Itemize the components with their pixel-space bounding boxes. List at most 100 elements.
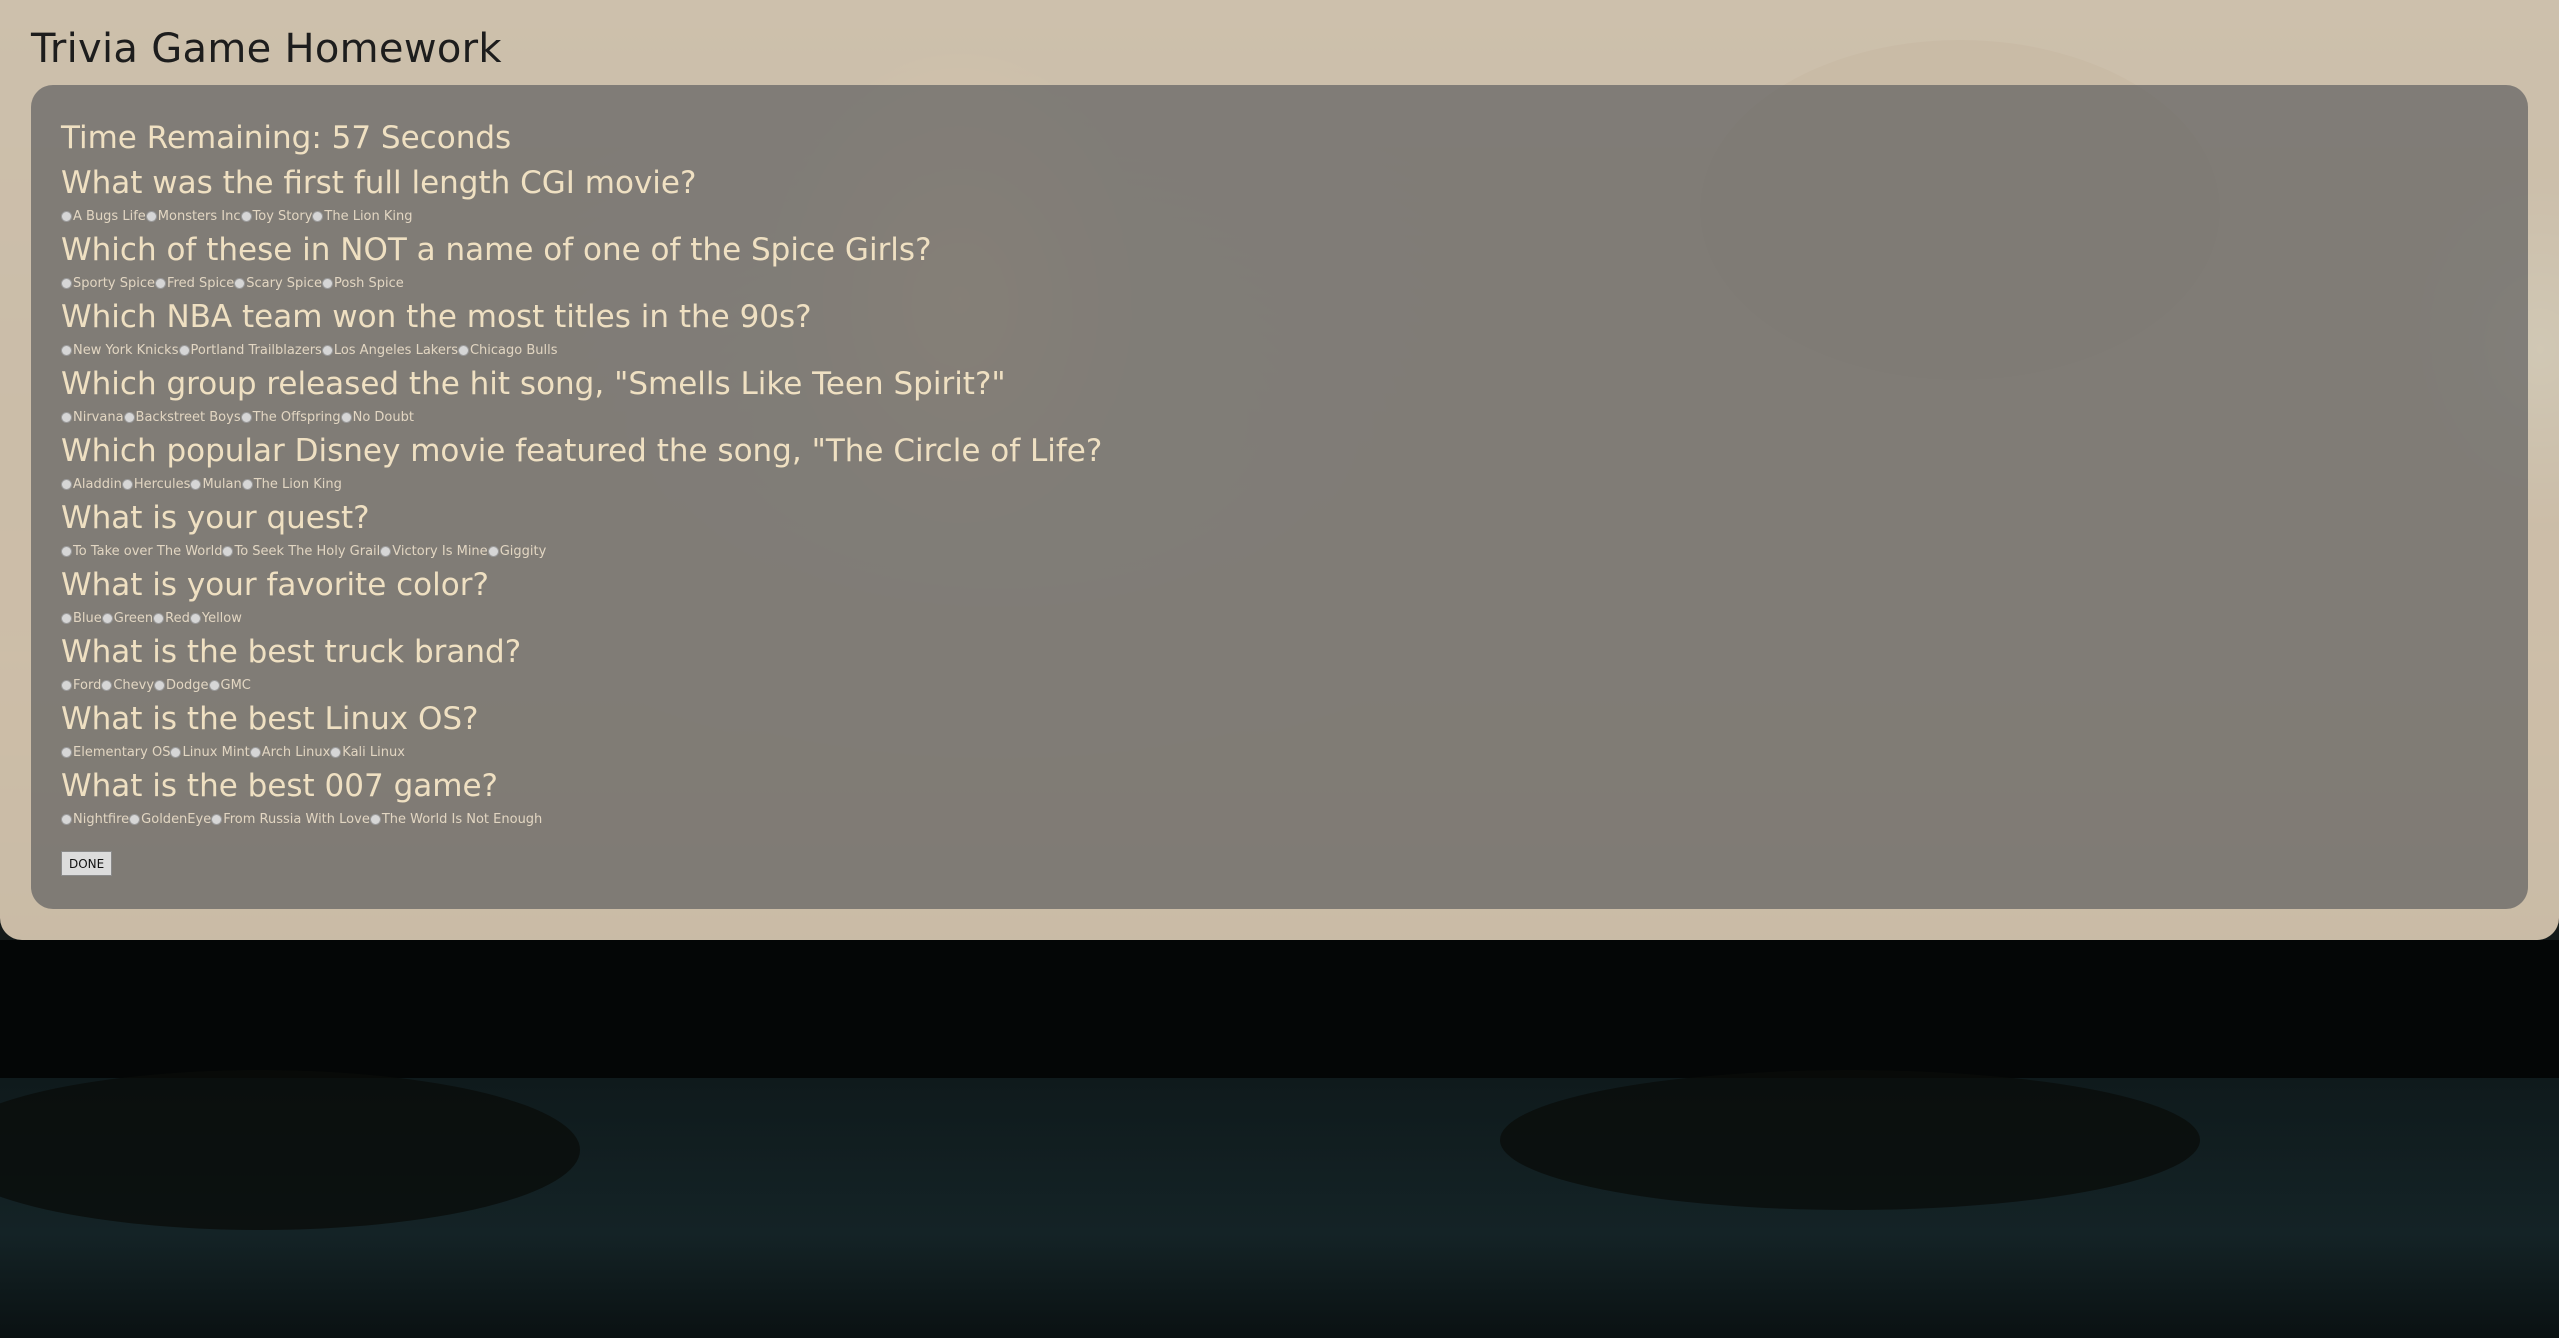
answer-option-label: Scary Spice	[246, 276, 323, 291]
answer-option[interactable]: The World Is Not Enough	[369, 812, 542, 827]
answer-option[interactable]: Backstreet Boys	[123, 410, 241, 425]
answer-option[interactable]: A Bugs Life	[61, 209, 146, 224]
radio-button[interactable]	[380, 546, 392, 557]
answer-option-label: The Offspring	[252, 410, 341, 425]
radio-button[interactable]	[101, 680, 113, 691]
radio-button[interactable]	[61, 613, 72, 624]
answer-option-label: Yellow	[201, 611, 242, 626]
radio-button[interactable]	[190, 479, 202, 490]
answer-options: Elementary OS Linux Mint Arch Linux Kali Li…	[61, 741, 2498, 764]
answer-option[interactable]: Los Angeles Lakers	[321, 343, 458, 358]
answer-option[interactable]: Fred Spice	[155, 276, 234, 291]
radio-button[interactable]	[249, 747, 261, 758]
radio-button[interactable]	[312, 211, 324, 222]
answer-option[interactable]: Toy Story	[240, 209, 313, 224]
radio-button[interactable]	[121, 479, 133, 490]
answer-option[interactable]: Posh Spice	[322, 276, 404, 291]
question-item: What is your favorite color? Blue Green Red…	[61, 563, 2498, 630]
answer-option[interactable]: Giggity	[487, 544, 546, 559]
answer-option[interactable]: Dodge	[154, 678, 209, 693]
answer-option[interactable]: To Take over The World	[61, 544, 222, 559]
answer-option-label: Chicago Bulls	[469, 343, 558, 358]
answer-option[interactable]: To Seek The Holy Grail	[222, 544, 380, 559]
radio-button[interactable]	[61, 680, 72, 691]
answer-option[interactable]: Green	[101, 611, 153, 626]
answer-option[interactable]: Hercules	[121, 477, 190, 492]
question-text: Which of these in NOT a name of one of t…	[61, 232, 932, 268]
radio-button[interactable]	[155, 278, 166, 289]
answer-options: Sporty Spice Fred Spice Scary Spice Posh Sp…	[61, 272, 2498, 295]
answer-option[interactable]: Linux Mint	[170, 745, 250, 760]
radio-button[interactable]	[240, 211, 252, 222]
radio-button[interactable]	[61, 278, 72, 289]
answer-options: Nightfire GoldenEye From Russia With Love T…	[61, 808, 2498, 831]
answer-option[interactable]: Nightfire	[61, 812, 129, 827]
radio-button[interactable]	[61, 814, 72, 825]
answer-option[interactable]: GMC	[208, 678, 251, 693]
radio-button[interactable]	[340, 412, 352, 423]
answer-option-label: The Lion King	[324, 209, 413, 224]
answer-option[interactable]: Arch Linux	[249, 745, 330, 760]
question-text: What is your quest?	[61, 500, 370, 536]
radio-button[interactable]	[170, 747, 182, 758]
radio-button[interactable]	[208, 680, 220, 691]
radio-button[interactable]	[322, 278, 334, 289]
answer-option[interactable]: New York Knicks	[61, 343, 179, 358]
answer-option-label: Elementary OS	[73, 745, 171, 760]
answer-option[interactable]: Kali Linux	[330, 745, 405, 760]
radio-button[interactable]	[457, 345, 469, 356]
answer-option[interactable]: Chicago Bulls	[457, 343, 558, 358]
answer-option[interactable]: Scary Spice	[234, 276, 322, 291]
done-button[interactable]: DONE	[61, 851, 113, 876]
answer-option[interactable]: No Doubt	[340, 410, 414, 425]
answer-option[interactable]: Aladdin	[61, 477, 122, 492]
answer-option-label: Toy Story	[252, 209, 313, 224]
radio-button[interactable]	[321, 345, 333, 356]
answer-option[interactable]: Sporty Spice	[61, 276, 155, 291]
answer-option[interactable]: Ford	[61, 678, 101, 693]
radio-button[interactable]	[330, 747, 342, 758]
radio-button[interactable]	[101, 613, 113, 624]
answer-option-label: Ford	[73, 678, 102, 693]
radio-button[interactable]	[241, 479, 253, 490]
radio-button[interactable]	[369, 814, 381, 825]
radio-button[interactable]	[211, 814, 223, 825]
answer-option[interactable]: Blue	[61, 611, 102, 626]
radio-button[interactable]	[61, 546, 72, 557]
radio-button[interactable]	[61, 211, 72, 222]
page-title: Trivia Game Homework	[31, 26, 502, 72]
answer-option[interactable]: The Offspring	[240, 410, 341, 425]
radio-button[interactable]	[222, 546, 234, 557]
answer-option[interactable]: Red	[153, 611, 190, 626]
radio-button[interactable]	[61, 412, 72, 423]
radio-button[interactable]	[61, 747, 72, 758]
answer-option[interactable]: Elementary OS	[61, 745, 170, 760]
radio-button[interactable]	[153, 613, 165, 624]
answer-option[interactable]: Victory Is Mine	[380, 544, 488, 559]
answer-option[interactable]: Chevy	[101, 678, 154, 693]
radio-button[interactable]	[240, 412, 252, 423]
answer-option[interactable]: Nirvana	[61, 410, 124, 425]
question-item: Which of these in NOT a name of one of t…	[61, 228, 2498, 295]
answer-option[interactable]: The Lion King	[241, 477, 342, 492]
question-list: What was the first full length CGI movie…	[61, 161, 2498, 831]
radio-button[interactable]	[123, 412, 135, 423]
radio-button[interactable]	[61, 345, 72, 356]
answer-option[interactable]: The Lion King	[312, 209, 413, 224]
answer-option[interactable]: Monsters Inc	[145, 209, 241, 224]
question-text: What is your favorite color?	[61, 567, 489, 603]
answer-option[interactable]: GoldenEye	[129, 812, 211, 827]
question-text: What was the first full length CGI movie…	[61, 165, 697, 201]
answer-option[interactable]: Mulan	[190, 477, 242, 492]
radio-button[interactable]	[487, 546, 499, 557]
answer-option[interactable]: Portland Trailblazers	[178, 343, 322, 358]
radio-button[interactable]	[189, 613, 201, 624]
radio-button[interactable]	[234, 278, 246, 289]
radio-button[interactable]	[145, 211, 157, 222]
radio-button[interactable]	[178, 345, 190, 356]
radio-button[interactable]	[129, 814, 141, 825]
radio-button[interactable]	[154, 680, 166, 691]
answer-option[interactable]: Yellow	[189, 611, 242, 626]
radio-button[interactable]	[61, 479, 72, 490]
answer-option[interactable]: From Russia With Love	[211, 812, 370, 827]
